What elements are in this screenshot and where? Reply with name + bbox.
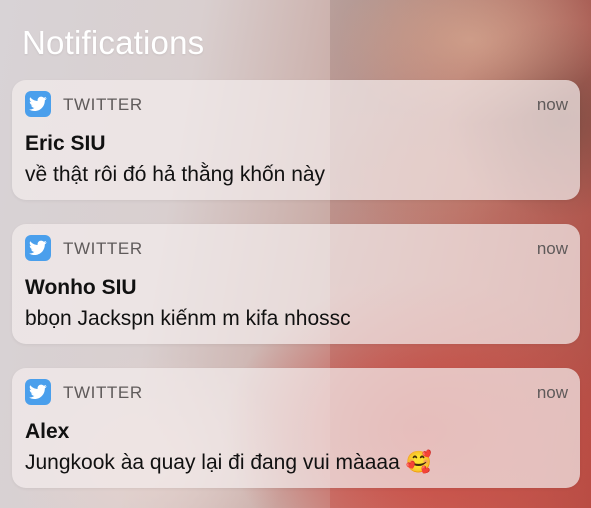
notification-time: now: [536, 383, 568, 402]
twitter-bird-glyph: [29, 240, 47, 256]
notification-card[interactable]: TWITTER now Eric SIU về thật rôi đó hả t…: [12, 80, 580, 200]
notification-card[interactable]: TWITTER now Alex Jungkook àa quay lại đi…: [12, 368, 580, 488]
message-text: bbọn Jackspn kiếnm m kifa nhossc: [25, 307, 351, 330]
twitter-bird-glyph: [29, 96, 47, 112]
notification-time: now: [536, 95, 568, 114]
notification-message: Jungkook àa quay lại đi đang vui màaaa 🥰: [25, 451, 432, 475]
twitter-bird-icon: [25, 91, 51, 117]
message-text: về thật rôi đó hả thằng khốn này: [25, 163, 326, 186]
page-title: Notifications: [22, 24, 205, 61]
twitter-bird-glyph: [29, 384, 47, 400]
notification-sender: Wonho SIU: [25, 276, 137, 299]
notification-header: TWITTER now: [12, 224, 580, 270]
notification-card[interactable]: TWITTER now Wonho SIU bbọn Jackspn kiếnm…: [12, 224, 580, 344]
message-text: Jungkook àa quay lại đi đang vui màaaa: [25, 451, 400, 474]
smiling-face-with-hearts-emoji: 🥰: [405, 451, 432, 474]
twitter-bird-icon: [25, 379, 51, 405]
notification-message: bbọn Jackspn kiếnm m kifa nhossc: [25, 307, 351, 331]
notification-sender: Alex: [25, 420, 70, 443]
app-name: TWITTER: [63, 239, 143, 258]
notification-header: TWITTER now: [12, 80, 580, 126]
notification-time: now: [536, 239, 568, 258]
notification-sender: Eric SIU: [25, 132, 106, 155]
app-name: TWITTER: [63, 383, 143, 402]
app-name: TWITTER: [63, 95, 143, 114]
twitter-bird-icon: [25, 235, 51, 261]
notification-message: về thật rôi đó hả thằng khốn này: [25, 163, 325, 187]
notification-header: TWITTER now: [12, 368, 580, 414]
